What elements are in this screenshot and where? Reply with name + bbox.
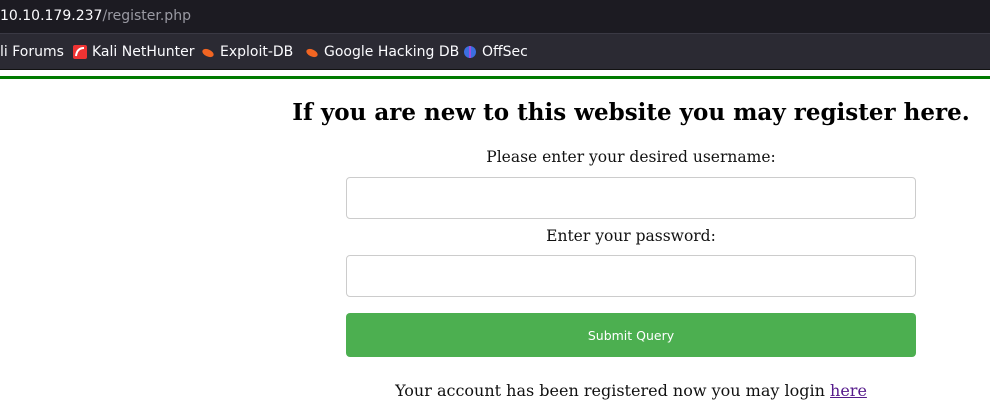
registration-message: Your account has been registered now you… bbox=[346, 381, 916, 400]
bookmark-offsec[interactable]: OffSec bbox=[463, 44, 528, 60]
login-link[interactable]: here bbox=[830, 381, 867, 400]
url-text[interactable]: 10.10.179.237/register.php bbox=[0, 8, 191, 24]
bookmark-label: li Forums bbox=[0, 44, 64, 60]
page-heading: If you are new to this website you may r… bbox=[292, 99, 970, 126]
bookmark-label: Kali NetHunter bbox=[92, 44, 195, 60]
bookmark-label: Google Hacking DB bbox=[324, 44, 460, 60]
bookmark-kali-nethunter[interactable]: Kali NetHunter bbox=[73, 44, 194, 60]
nethunter-icon bbox=[73, 45, 87, 59]
header-divider bbox=[0, 76, 990, 79]
password-label: Enter your password: bbox=[546, 227, 716, 245]
offsec-icon bbox=[464, 46, 476, 58]
bookmark-google-hacking-db[interactable]: Google Hacking DB bbox=[305, 44, 459, 60]
password-input[interactable] bbox=[346, 255, 916, 297]
url-host: 10.10.179.237 bbox=[0, 8, 103, 24]
exploitdb-icon bbox=[306, 48, 318, 58]
bookmark-label: OffSec bbox=[482, 44, 528, 60]
url-path: /register.php bbox=[102, 8, 191, 24]
bookmark-exploit-db[interactable]: Exploit-DB bbox=[201, 44, 293, 60]
message-text: Your account has been registered now you… bbox=[395, 381, 831, 400]
bookmark-label: Exploit-DB bbox=[220, 44, 294, 60]
address-bar[interactable]: 10.10.179.237/register.php bbox=[0, 0, 990, 34]
bookmarks-bar: li Forums Kali NetHunter Exploit-DB Goog… bbox=[0, 34, 990, 70]
username-label: Please enter your desired username: bbox=[486, 148, 776, 166]
submit-button[interactable]: Submit Query bbox=[346, 313, 916, 357]
bookmark-kali-forums[interactable]: li Forums bbox=[0, 44, 64, 60]
exploitdb-icon bbox=[202, 48, 214, 58]
username-input[interactable] bbox=[346, 177, 916, 219]
